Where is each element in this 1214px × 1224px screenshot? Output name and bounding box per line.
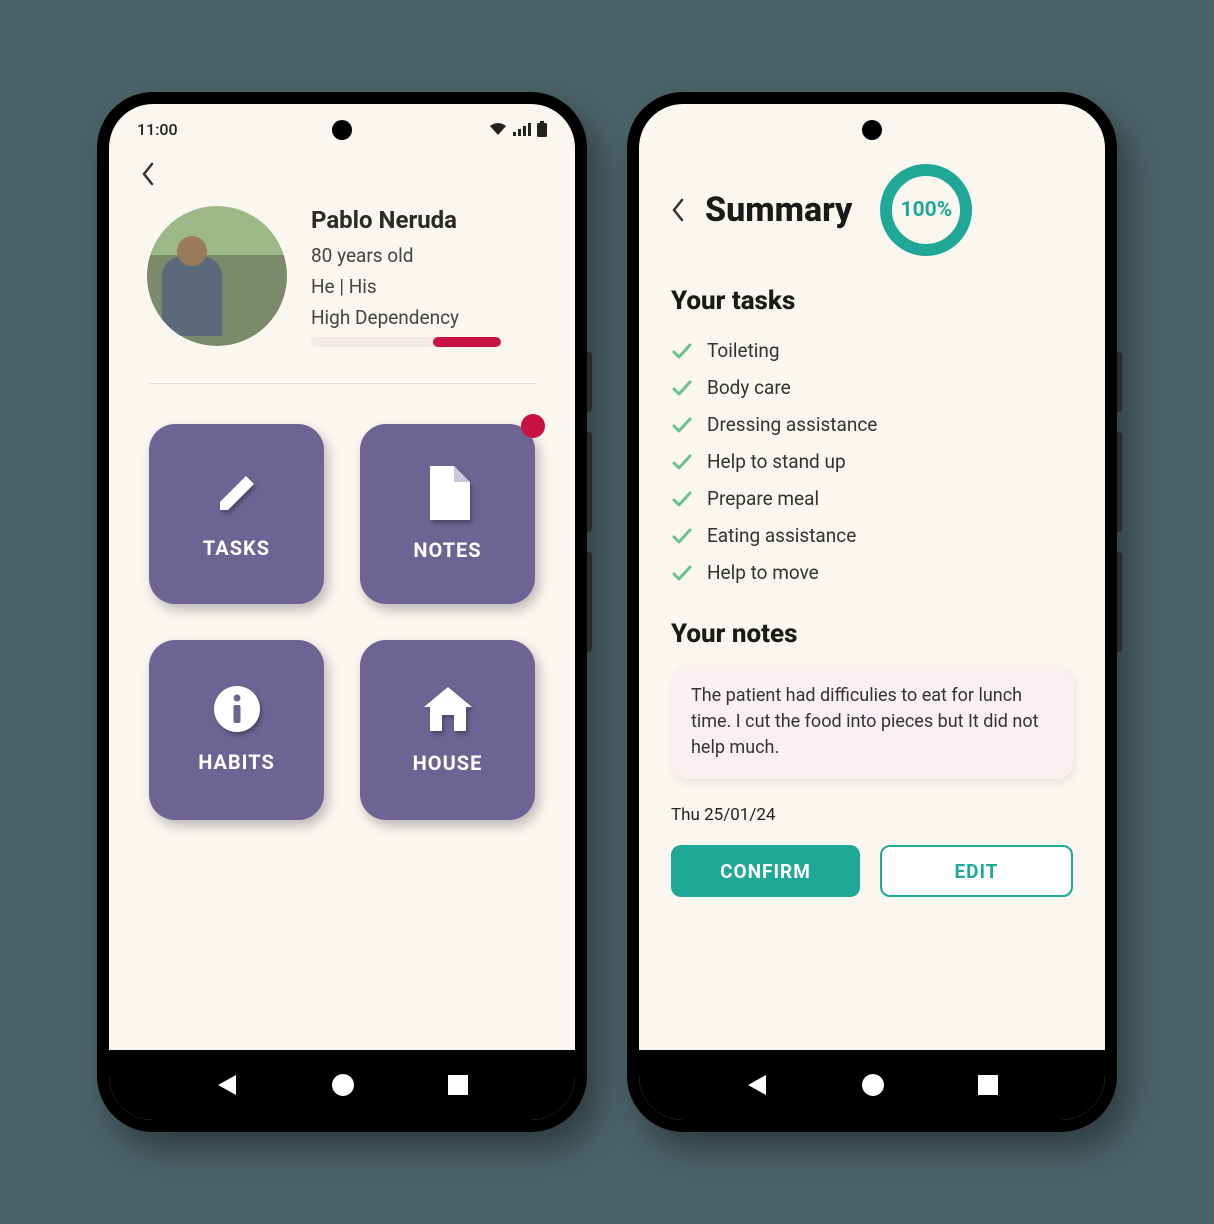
task-item: Help to move: [671, 554, 1073, 591]
volume-down: [587, 552, 592, 652]
task-label: Prepare meal: [707, 487, 819, 510]
tile-label: NOTES: [413, 538, 481, 562]
nav-back-icon[interactable]: [214, 1072, 240, 1098]
android-nav-bar: [639, 1050, 1105, 1120]
document-icon: [426, 466, 470, 520]
progress-ring: 100%: [878, 162, 974, 258]
page-title: Summary: [705, 190, 852, 230]
task-label: Body care: [707, 376, 791, 399]
divider: [149, 383, 535, 384]
battery-icon: [537, 121, 547, 137]
check-icon: [671, 340, 693, 362]
tile-label: HABITS: [198, 750, 275, 774]
profile-name: Pablo Neruda: [311, 206, 501, 234]
profile-age: 80 years old: [311, 244, 501, 267]
house-icon: [422, 685, 474, 733]
task-label: Eating assistance: [707, 524, 856, 547]
status-bar: [639, 104, 1105, 138]
task-item: Toileting: [671, 332, 1073, 369]
check-icon: [671, 488, 693, 510]
task-label: Dressing assistance: [707, 413, 877, 436]
tile-label: HOUSE: [413, 751, 483, 775]
phone-mockup-summary: Summary 100% Your tasks Toileting Body ca…: [627, 92, 1117, 1132]
check-icon: [671, 525, 693, 547]
check-icon: [671, 377, 693, 399]
task-item: Body care: [671, 369, 1073, 406]
house-tile[interactable]: HOUSE: [360, 640, 535, 820]
volume-down: [1117, 552, 1122, 652]
progress-percent: 100%: [878, 162, 974, 258]
tasks-heading: Your tasks: [671, 286, 1073, 316]
nav-recent-icon[interactable]: [446, 1073, 470, 1097]
signal-icon: [513, 122, 531, 136]
task-item: Dressing assistance: [671, 406, 1073, 443]
tasks-tile[interactable]: TASKS: [149, 424, 324, 604]
back-button[interactable]: [671, 198, 685, 222]
phone-mockup-profile: 11:00 Pablo Neruda 80 years old He | His…: [97, 92, 587, 1132]
android-nav-bar: [109, 1050, 575, 1120]
notification-badge: [521, 414, 545, 438]
task-item: Eating assistance: [671, 517, 1073, 554]
nav-back-icon[interactable]: [744, 1072, 770, 1098]
info-icon: [214, 686, 260, 732]
status-time: 11:00: [137, 120, 178, 139]
back-button[interactable]: [141, 162, 155, 186]
wifi-icon: [489, 122, 507, 136]
task-list: Toileting Body care Dressing assistance Hel…: [671, 332, 1073, 591]
task-label: Help to move: [707, 561, 819, 584]
notes-heading: Your notes: [671, 619, 1073, 649]
check-icon: [671, 562, 693, 584]
dependency-bar: [311, 337, 501, 347]
task-item: Help to stand up: [671, 443, 1073, 480]
profile-dependency: High Dependency: [311, 306, 501, 329]
volume-up: [1117, 432, 1122, 532]
edit-button[interactable]: EDIT: [880, 845, 1073, 897]
task-item: Prepare meal: [671, 480, 1073, 517]
nav-recent-icon[interactable]: [976, 1073, 1000, 1097]
task-label: Help to stand up: [707, 450, 846, 473]
task-label: Toileting: [707, 339, 780, 362]
volume-up: [587, 432, 592, 532]
nav-home-icon[interactable]: [330, 1072, 356, 1098]
check-icon: [671, 451, 693, 473]
check-icon: [671, 414, 693, 436]
pencil-icon: [212, 468, 262, 518]
power-button: [587, 352, 592, 412]
note-content: The patient had difficulies to eat for l…: [671, 665, 1073, 779]
summary-date: Thu 25/01/24: [671, 805, 1073, 825]
status-bar: 11:00: [109, 104, 575, 154]
profile-pronouns: He | His: [311, 275, 501, 298]
nav-home-icon[interactable]: [860, 1072, 886, 1098]
habits-tile[interactable]: HABITS: [149, 640, 324, 820]
tile-label: TASKS: [203, 536, 270, 560]
power-button: [1117, 352, 1122, 412]
confirm-button[interactable]: CONFIRM: [671, 845, 860, 897]
profile-section: Pablo Neruda 80 years old He | His High …: [141, 206, 543, 347]
avatar: [147, 206, 287, 346]
notes-tile[interactable]: NOTES: [360, 424, 535, 604]
